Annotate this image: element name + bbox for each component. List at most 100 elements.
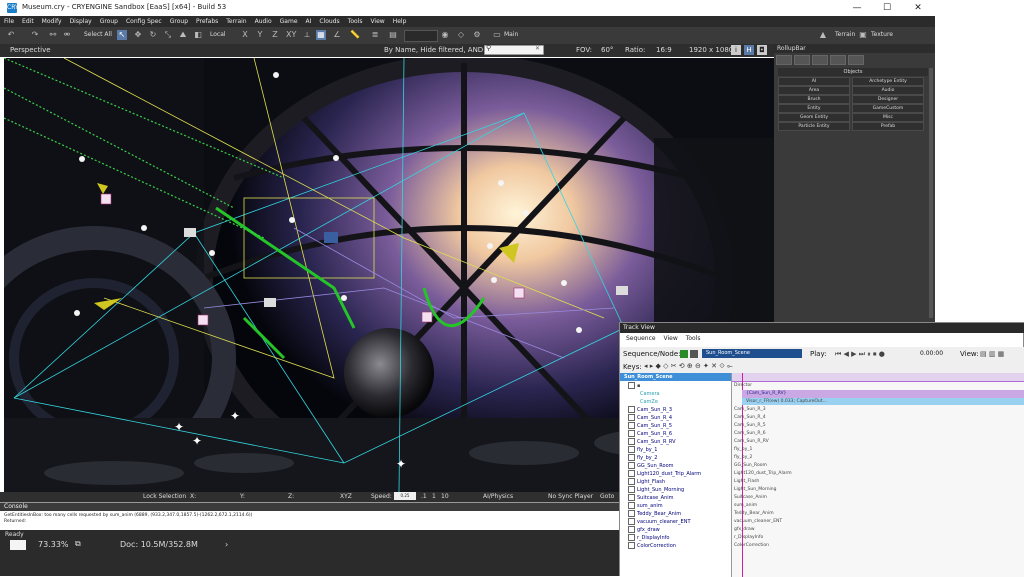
terrain-tab-icon[interactable] <box>794 55 810 65</box>
axis-y-button[interactable]: Y <box>255 30 265 40</box>
axis-xy-button[interactable]: XY <box>286 30 296 40</box>
move-tool-icon[interactable]: ✥ <box>133 30 143 40</box>
archetype-entity-button[interactable]: Archetype Entity <box>852 77 924 86</box>
scale-tool-icon[interactable]: ⤡ <box>163 30 173 40</box>
menu-edit[interactable]: Edit <box>18 16 38 27</box>
coordinate-system-dropdown[interactable]: Local <box>210 31 226 38</box>
info-button[interactable]: i <box>731 45 741 55</box>
clear-search-icon[interactable]: ✕ <box>535 45 540 52</box>
object-snap-icon[interactable]: ◧ <box>193 30 203 40</box>
helpers-toggle-button[interactable]: H <box>744 45 754 55</box>
tree-item[interactable]: Teddy_Bear_Anim <box>620 510 731 518</box>
track-timeline[interactable]: Director {Cam_Sun_R_RV} Visor_r_FR(ew) 0… <box>732 373 1024 577</box>
key-tools-icons[interactable]: ◂ ▸ ◆ ◇ ✂ ⟲ ⊕ ⊖ ✦ ✕ ⟐ ⟜ <box>644 362 733 371</box>
tree-root-sequence[interactable]: Sun_Room_Scene <box>620 373 731 381</box>
modelling-tab-icon[interactable] <box>812 55 828 65</box>
terrain-snap-icon[interactable]: ⛰ <box>178 30 188 40</box>
geom-entity-button[interactable]: Geom Entity <box>778 113 850 122</box>
unlink-icon[interactable]: ⚮ <box>62 30 72 40</box>
gamecustom-button[interactable]: GameCustom <box>852 104 924 113</box>
axis-z-button[interactable]: Z <box>270 30 280 40</box>
audio-button[interactable]: Audio <box>852 86 924 95</box>
current-time[interactable]: 0.00:00 <box>920 350 943 357</box>
area-button[interactable]: Area <box>778 86 850 95</box>
terrain-button[interactable]: Terrain <box>835 31 855 38</box>
redo-icon[interactable]: ↷ <box>30 30 40 40</box>
menu-ai[interactable]: AI <box>302 16 316 27</box>
undo-icon[interactable]: ↶ <box>6 30 16 40</box>
tree-item[interactable]: fly_by_1 <box>620 446 731 454</box>
menu-file[interactable]: File <box>0 16 18 27</box>
track-menu-sequence[interactable]: Sequence <box>626 335 656 342</box>
menu-game[interactable]: Game <box>276 16 302 27</box>
sequence-dropdown[interactable]: Sun_Room_Scene <box>702 349 802 358</box>
objects-section-header[interactable]: Objects <box>778 68 928 76</box>
tree-item[interactable]: Cam_Sun_R_4 <box>620 414 731 422</box>
menu-view[interactable]: View <box>366 16 388 27</box>
menu-modify[interactable]: Modify <box>38 16 66 27</box>
menu-config-spec[interactable]: Config Spec <box>122 16 166 27</box>
speed-preset-10[interactable]: 10 <box>441 493 449 500</box>
menu-help[interactable]: Help <box>389 16 411 27</box>
expand-arrow-icon[interactable]: › <box>225 540 228 549</box>
tree-director-node[interactable]: ▪ <box>620 382 731 390</box>
tree-item[interactable]: ColorCorrection <box>620 542 731 550</box>
viewport-search-input[interactable]: ⚲ ✕ <box>484 44 544 55</box>
tree-item[interactable]: sum_anim <box>620 502 731 510</box>
axis-x-button[interactable]: X <box>240 30 250 40</box>
snap-icon[interactable]: ⟂ <box>302 30 312 40</box>
speed-input[interactable]: 0.25 <box>394 492 416 500</box>
tree-item[interactable]: Cam_Sun_R_RV <box>620 438 731 446</box>
layers-tab-icon[interactable] <box>848 55 864 65</box>
tree-item[interactable]: Camera <box>620 390 731 398</box>
tree-item[interactable]: Light_Sun_Morning <box>620 486 731 494</box>
grid-icon[interactable]: ▤ <box>388 30 398 40</box>
main-layer-label[interactable]: Main <box>504 31 518 38</box>
particle-entity-button[interactable]: Particle Entity <box>778 122 850 131</box>
rotate-tool-icon[interactable]: ↻ <box>148 30 158 40</box>
add-sequence-icon[interactable] <box>680 350 688 358</box>
select-all-dropdown[interactable]: Select All <box>84 31 112 38</box>
tree-item[interactable]: fly_by_2 <box>620 454 731 462</box>
tree-item[interactable]: Suitcase_Anim <box>620 494 731 502</box>
screenshot-icon[interactable]: ◘ <box>757 45 767 55</box>
menu-audio[interactable]: Audio <box>251 16 276 27</box>
rollup-scrollbar[interactable] <box>929 68 933 318</box>
display-tab-icon[interactable] <box>830 55 846 65</box>
maximize-button[interactable]: ☐ <box>872 1 902 15</box>
track-menu-tools[interactable]: Tools <box>686 335 701 342</box>
camera-icon[interactable]: ◉ <box>440 30 450 40</box>
tree-item[interactable]: Cam_Sun_R_5 <box>620 422 731 430</box>
designer-button[interactable]: Designer <box>852 95 924 104</box>
tree-item[interactable]: r_DisplayInfo <box>620 534 731 542</box>
ai-physics-button[interactable]: AI/Physics <box>483 493 513 500</box>
ruler-icon[interactable]: 📏 <box>350 30 360 40</box>
ai-object-button[interactable]: AI <box>778 77 850 86</box>
grid-snap-icon[interactable]: ▦ <box>316 30 326 40</box>
entity-button[interactable]: Entity <box>778 104 850 113</box>
menu-tools[interactable]: Tools <box>344 16 367 27</box>
external-link-icon[interactable]: ⧉ <box>75 539 81 549</box>
tree-item[interactable]: GG_Sun_Room <box>620 462 731 470</box>
objects-tab-icon[interactable] <box>776 55 792 65</box>
layer-icon[interactable]: ≣ <box>370 30 380 40</box>
view-mode-icons[interactable]: ▤ ▥ ▦ <box>980 350 1004 358</box>
menu-terrain[interactable]: Terrain <box>222 16 250 27</box>
misc-button[interactable]: Misc <box>852 113 924 122</box>
timeline-ruler[interactable] <box>732 373 1024 382</box>
menu-clouds[interactable]: Clouds <box>315 16 343 27</box>
tree-item[interactable]: Cam_Sun_R_6 <box>620 430 731 438</box>
playback-controls-icon[interactable]: ⏮ ◀ ▶ ⏭ ⏸ ⏹ ● <box>835 350 885 359</box>
select-tool-icon[interactable]: ↖ <box>117 30 127 40</box>
tree-item[interactable]: gfx_draw <box>620 526 731 534</box>
sync-player-button[interactable]: No Sync Player <box>548 493 593 500</box>
viewport-name[interactable]: Perspective <box>10 46 51 54</box>
menu-display[interactable]: Display <box>66 16 96 27</box>
tree-item[interactable]: CamZe <box>620 398 731 406</box>
wireframe-icon[interactable]: ◇ <box>456 30 466 40</box>
speed-preset-1[interactable]: 1 <box>432 493 436 500</box>
track-menu-view[interactable]: View <box>664 335 678 342</box>
fov-value[interactable]: 60° <box>601 46 613 54</box>
physics-icon[interactable]: ⚙ <box>472 30 482 40</box>
prefab-button[interactable]: Prefab <box>852 122 924 131</box>
